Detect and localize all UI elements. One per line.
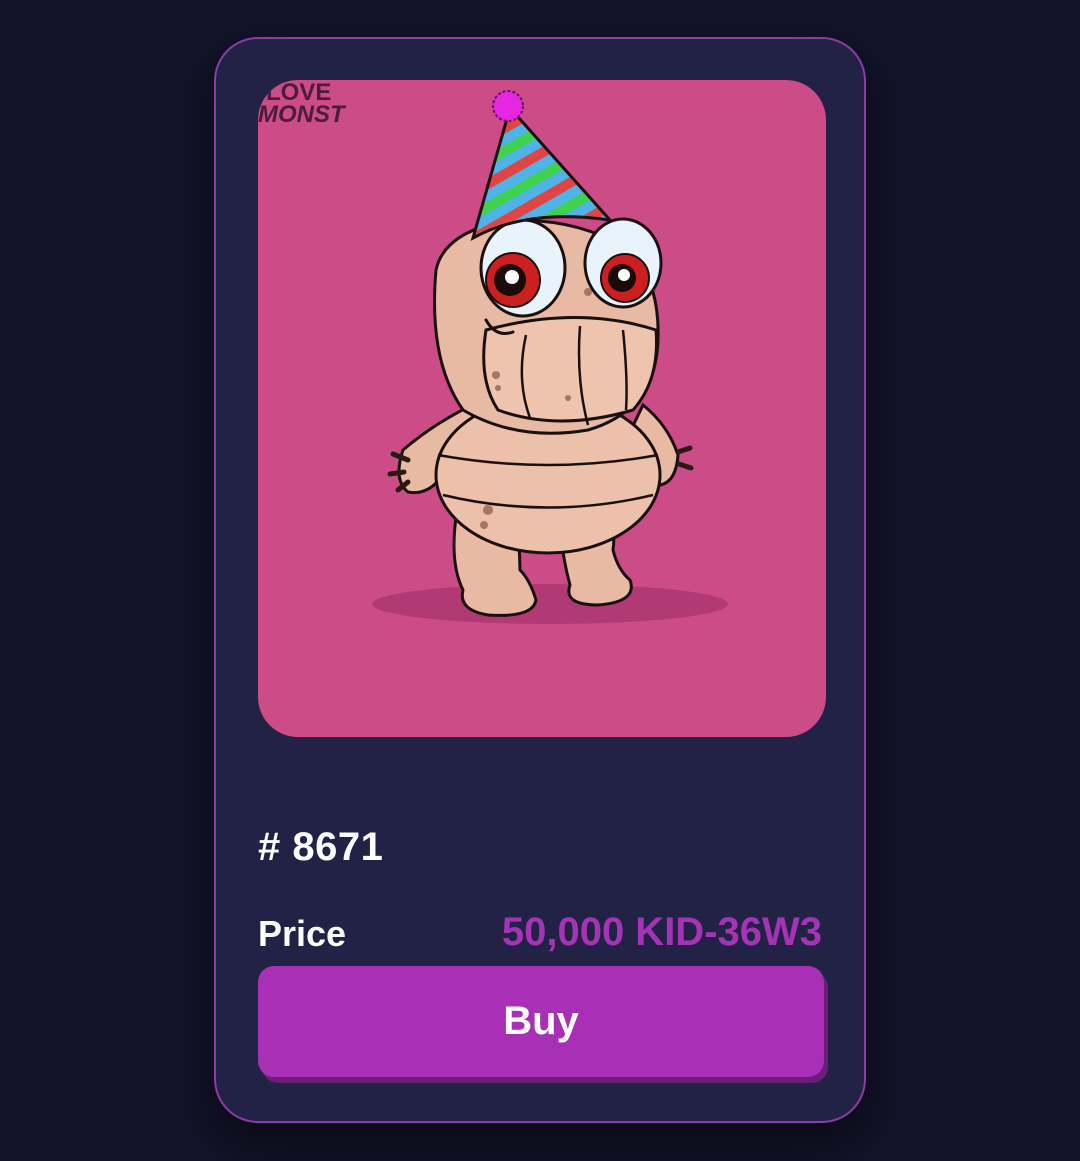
svg-text:MONST: MONST <box>258 101 347 124</box>
monster-illustration <box>372 90 728 624</box>
token-id: # 8671 <box>258 825 384 869</box>
price-label: Price <box>258 913 347 954</box>
nft-card: LOVE MONST # 8671 Price 50,000 KID-36W3 … <box>214 37 866 1123</box>
buy-button[interactable]: Buy <box>258 966 824 1077</box>
price-value: 50,000 KID-36W3 <box>501 910 822 954</box>
love-monsters-watermark-logo: LOVE MONST <box>258 80 347 124</box>
nft-image[interactable]: LOVE MONST <box>258 80 826 737</box>
